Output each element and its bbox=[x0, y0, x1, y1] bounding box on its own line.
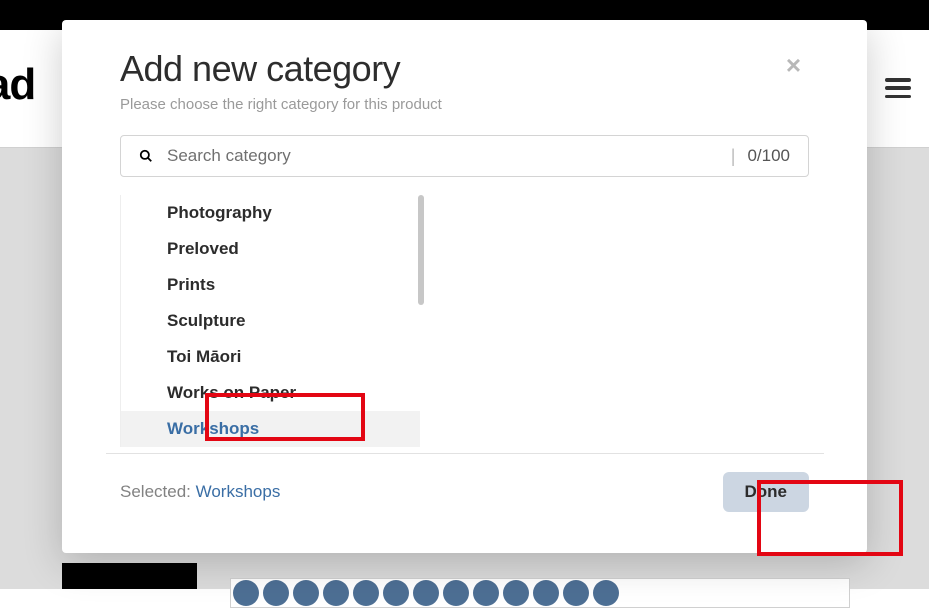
category-item[interactable]: Toi Māori bbox=[121, 339, 420, 375]
add-category-modal: × Add new category Please choose the rig… bbox=[62, 20, 867, 553]
search-counter: 0/100 bbox=[747, 146, 790, 166]
scrollbar-thumb[interactable] bbox=[418, 195, 424, 305]
category-item[interactable]: Prints bbox=[121, 267, 420, 303]
modal-title: Add new category bbox=[120, 48, 809, 90]
search-separator: | bbox=[731, 146, 736, 167]
selected-prefix: Selected: bbox=[120, 482, 196, 501]
close-icon[interactable]: × bbox=[786, 52, 801, 78]
selected-text: Selected: Workshops bbox=[120, 482, 280, 502]
done-button[interactable]: Done bbox=[723, 472, 810, 512]
modal-subtitle: Please choose the right category for thi… bbox=[120, 96, 809, 113]
modal-overlay: × Add new category Please choose the rig… bbox=[0, 0, 929, 589]
search-input[interactable] bbox=[167, 146, 719, 166]
scrollbar-track[interactable] bbox=[418, 195, 424, 447]
category-list-panel: PhotographyPrelovedPrintsSculptureToi Mā… bbox=[120, 195, 809, 447]
category-item[interactable]: Workshops bbox=[121, 411, 420, 447]
selected-value: Workshops bbox=[196, 482, 281, 501]
category-item[interactable]: Preloved bbox=[121, 231, 420, 267]
modal-footer: Selected: Workshops Done bbox=[120, 472, 809, 512]
category-item[interactable]: Works on Paper bbox=[121, 375, 420, 411]
category-item[interactable]: Sculpture bbox=[121, 303, 420, 339]
category-item[interactable]: Photography bbox=[121, 195, 420, 231]
search-icon bbox=[139, 149, 153, 163]
search-field[interactable]: | 0/100 bbox=[120, 135, 809, 177]
modal-divider bbox=[106, 453, 824, 454]
category-list[interactable]: PhotographyPrelovedPrintsSculptureToi Mā… bbox=[120, 195, 420, 447]
